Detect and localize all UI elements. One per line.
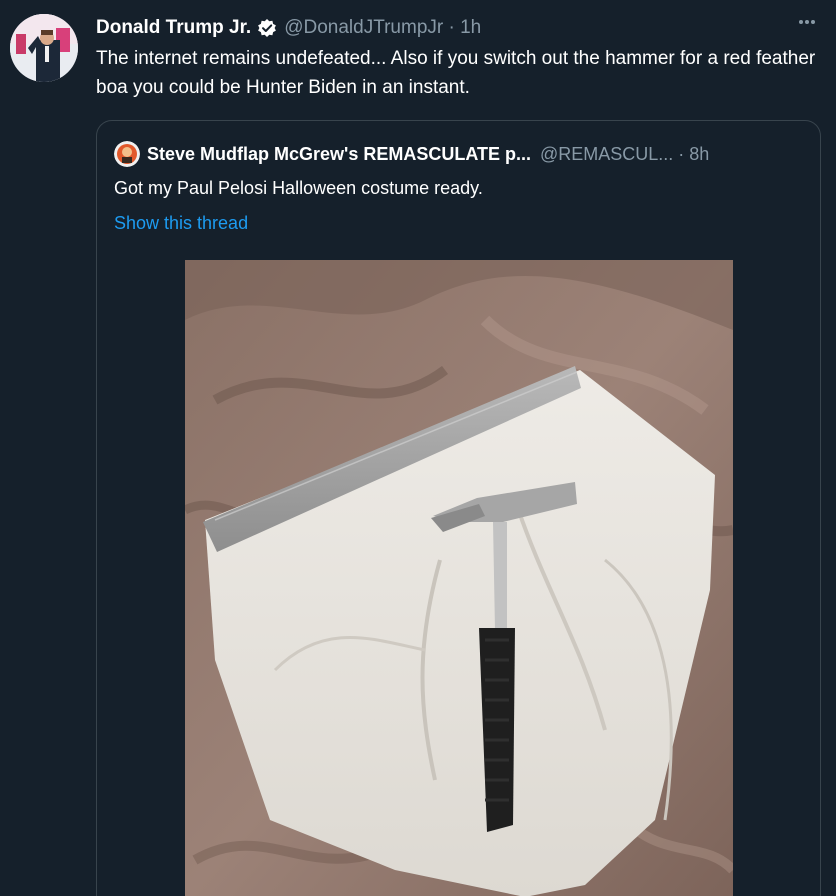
- quoted-author-handle-time[interactable]: @REMASCUL... · 8h: [540, 144, 709, 165]
- author-handle-time[interactable]: @DonaldJTrumpJr · 1h: [284, 17, 481, 39]
- author-name[interactable]: Donald Trump Jr.: [96, 17, 251, 39]
- author-avatar[interactable]: [10, 14, 78, 82]
- more-horizontal-icon[interactable]: [792, 12, 822, 32]
- quoted-tweet[interactable]: Steve Mudflap McGrew's REMASCULATE p... …: [96, 120, 821, 896]
- quoted-author-avatar[interactable]: [114, 141, 140, 167]
- verified-badge-icon: [257, 18, 277, 38]
- quoted-tweet-header: Steve Mudflap McGrew's REMASCULATE p... …: [114, 141, 709, 167]
- tweet: Donald Trump Jr. @DonaldJTrumpJr · 1h Th…: [0, 0, 836, 896]
- show-thread-link[interactable]: Show this thread: [114, 210, 248, 236]
- tweet-text: The internet remains undefeated... Also …: [96, 48, 816, 98]
- tweet-header: Donald Trump Jr. @DonaldJTrumpJr · 1h: [96, 15, 481, 41]
- quoted-tweet-text: Got my Paul Pelosi Halloween costume rea…: [114, 178, 483, 198]
- quoted-tweet-photo[interactable]: [185, 260, 733, 896]
- quoted-author-name[interactable]: Steve Mudflap McGrew's REMASCULATE p...: [147, 144, 531, 165]
